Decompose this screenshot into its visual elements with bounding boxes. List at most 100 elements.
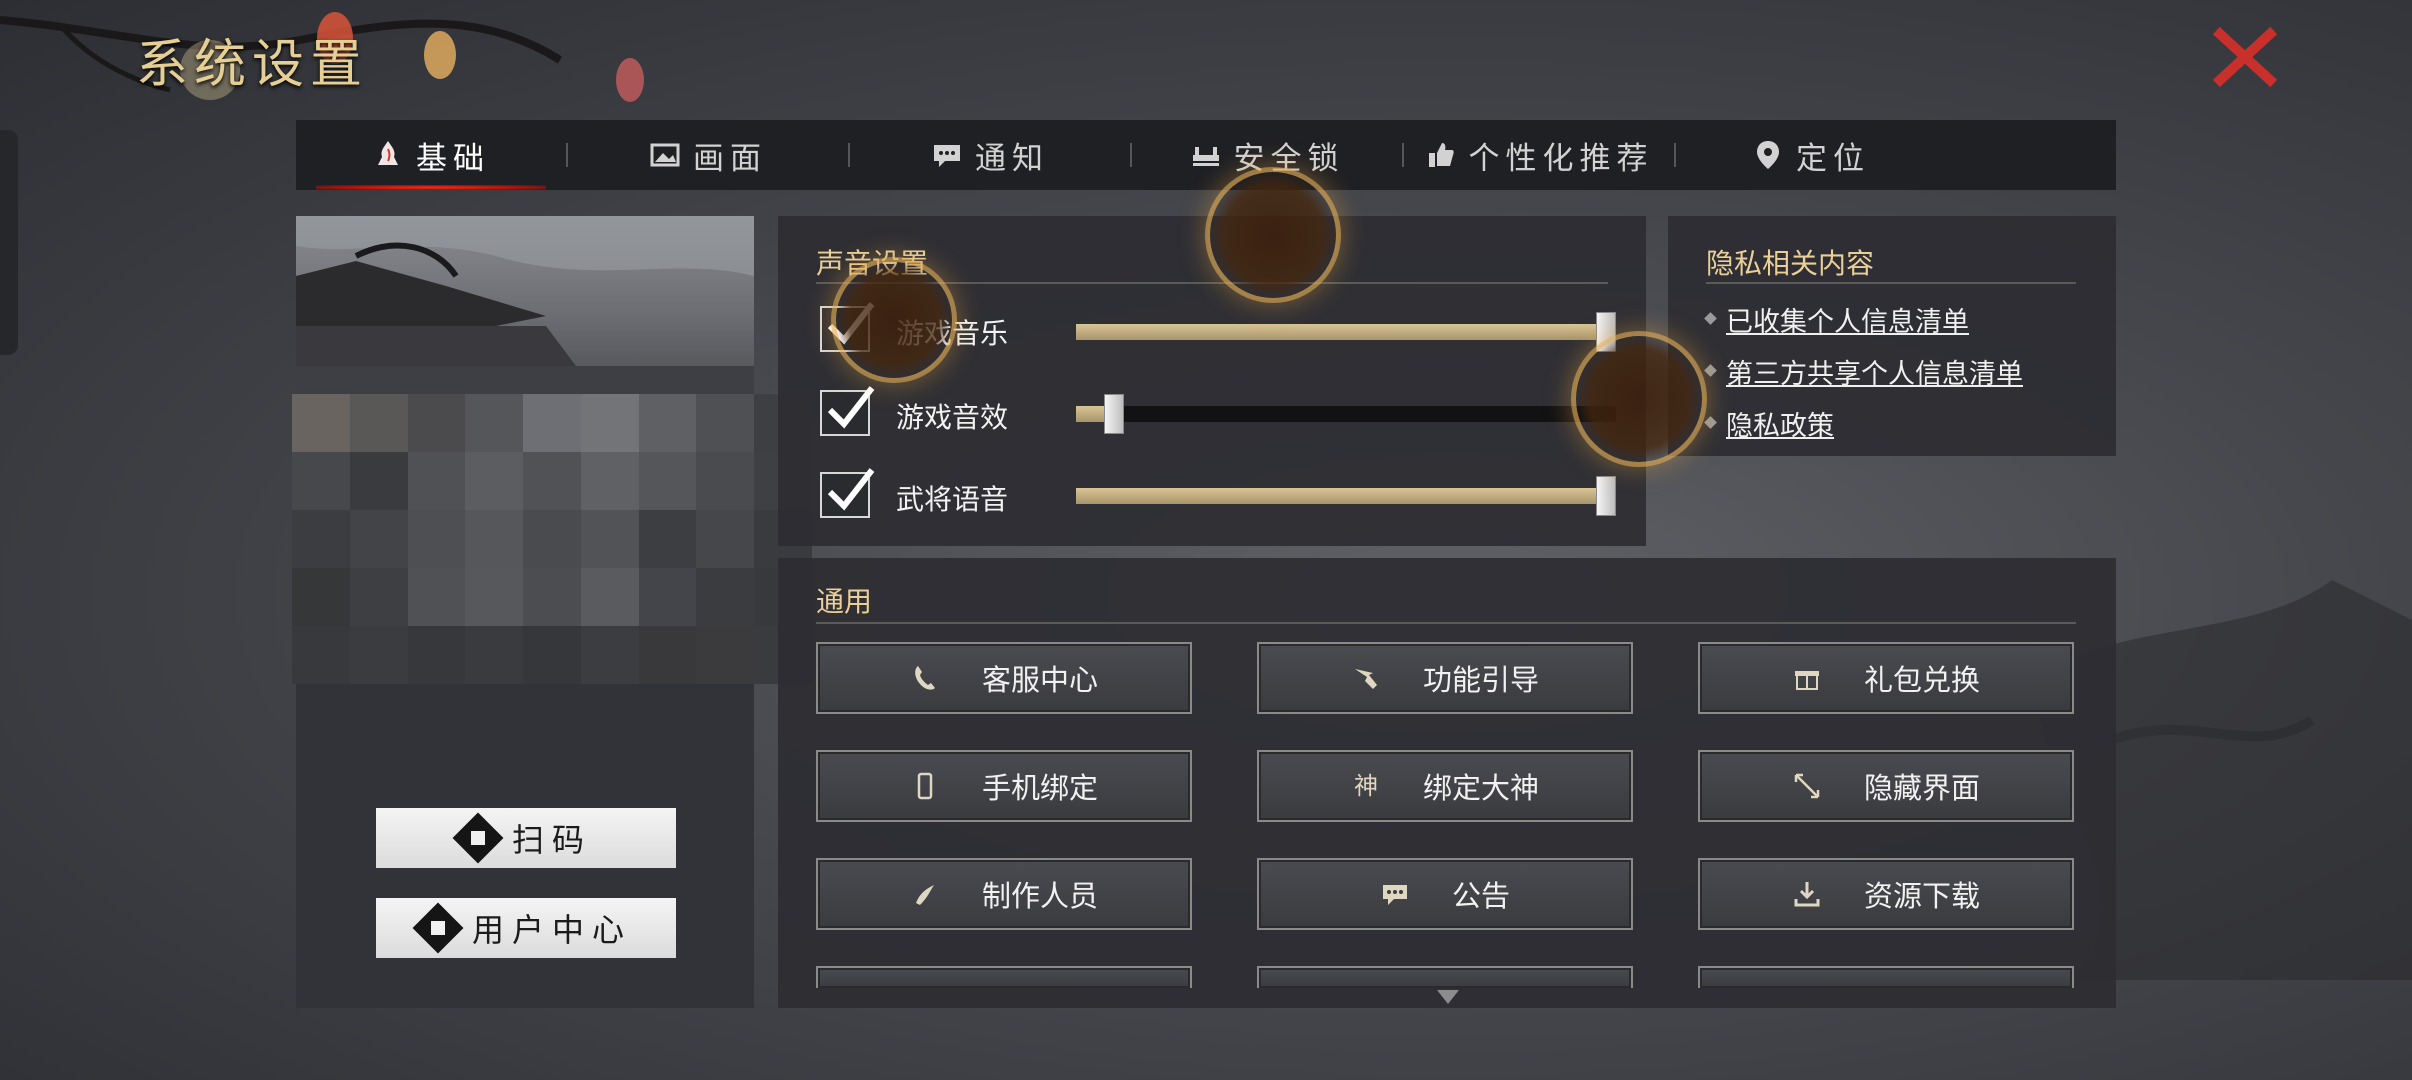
mosaic-tile: [465, 626, 524, 684]
brush-stroke-icon: [915, 885, 934, 905]
palace-roof-illustration: [296, 216, 754, 396]
mosaic-tile: [696, 626, 755, 684]
lock-bench-icon: [1192, 147, 1219, 166]
customer-service-button[interactable]: 客服中心: [816, 642, 1192, 714]
mobile-phone-icon: [917, 772, 933, 800]
user-center-label: 用户中心: [471, 911, 632, 949]
voice-volume-slider[interactable]: [1076, 476, 1616, 516]
mosaic-tile: [638, 394, 697, 452]
tab-label: 画面: [693, 140, 767, 177]
mosaic-tile: [523, 510, 581, 568]
mosaic-tile: [696, 568, 755, 626]
side-handle[interactable]: [0, 130, 18, 355]
mosaic-tile: [407, 394, 466, 452]
music-volume-slider[interactable]: [1076, 312, 1616, 352]
mosaic-tile: [349, 510, 408, 568]
mosaic-tile: [292, 626, 350, 684]
pointing-hand-icon: [1354, 669, 1377, 689]
phone-binding-button[interactable]: 手机绑定: [816, 750, 1192, 822]
checkmark-icon: [827, 386, 875, 429]
resource-download-button[interactable]: 资源下载: [1698, 858, 2074, 930]
voice-checkbox[interactable]: [820, 468, 875, 518]
button-label: 功能引导: [1422, 663, 1539, 697]
feature-guide-button[interactable]: 功能引导: [1257, 642, 1633, 714]
announcement-button[interactable]: 公告: [1257, 858, 1633, 930]
scan-icon: [452, 812, 504, 864]
gift-redeem-button[interactable]: 礼包兑换: [1698, 642, 2074, 714]
button-label: 公告: [1451, 879, 1510, 913]
scroll-down-icon: [1437, 990, 1459, 1004]
mosaic-tile: [465, 510, 524, 568]
tab-basic[interactable]: 基础: [296, 120, 566, 190]
mosaic-tile: [523, 568, 581, 626]
close-icon[interactable]: [2210, 22, 2280, 92]
sound-effect-label: 游戏音效: [896, 401, 1009, 434]
download-icon: [1794, 882, 1820, 907]
mosaic-tile: [292, 510, 350, 568]
picture-icon: [650, 143, 680, 167]
tab-label: 通知: [975, 140, 1049, 177]
bind-dashen-button[interactable]: 神 绑定大神: [1257, 750, 1633, 822]
mosaic-tile: [638, 626, 697, 684]
tab-personalized-recommendation[interactable]: 个性化推荐: [1404, 120, 1674, 190]
tab-label: 定位: [1796, 140, 1870, 177]
tab-label: 基础: [416, 140, 490, 177]
general-title: 通用: [816, 585, 873, 618]
partial-button[interactable]: [1257, 966, 1633, 988]
mosaic-tile: [523, 626, 581, 684]
character-preview-panel: 扫码 用户中心: [292, 216, 812, 1008]
mosaic-tile: [696, 394, 755, 452]
mosaic-tile: [638, 452, 697, 510]
page-title: 系统设置: [136, 35, 369, 95]
mosaic-tile: [292, 452, 350, 510]
partial-button[interactable]: [816, 966, 1192, 988]
mosaic-tile: [349, 626, 408, 684]
hide-ui-button[interactable]: 隐藏界面: [1698, 750, 2074, 822]
mosaic-tile: [292, 394, 350, 452]
tab-location[interactable]: 定位: [1676, 120, 1946, 190]
mosaic-tile: [292, 568, 350, 626]
slider-knob[interactable]: [1596, 476, 1616, 516]
tab-display[interactable]: 画面: [568, 120, 848, 190]
flame-hand-icon: [378, 141, 398, 165]
expand-arrows-icon: [1794, 773, 1820, 799]
sound-effect-volume-slider[interactable]: [1076, 394, 1616, 434]
user-center-button[interactable]: 用户中心: [376, 898, 676, 958]
divider: [1706, 282, 2076, 284]
slider-knob[interactable]: [1103, 394, 1124, 434]
mosaic-tile: [580, 568, 639, 626]
mosaic-tile: [638, 568, 697, 626]
mosaic-censored-area: [292, 394, 812, 684]
mosaic-tile: [349, 394, 408, 452]
partial-button[interactable]: [1698, 966, 2074, 988]
user-icon: [412, 902, 464, 954]
collected-info-list-link[interactable]: 已收集个人信息清单: [1726, 300, 1969, 339]
shen-character-icon: 神: [1353, 772, 1378, 800]
preview-image: [296, 216, 754, 396]
mosaic-tile: [580, 452, 639, 510]
mosaic-tile: [580, 394, 639, 452]
mosaic-tile: [696, 510, 755, 568]
mosaic-tile: [349, 568, 408, 626]
mosaic-tile: [523, 394, 581, 452]
glow-effect: [836, 262, 952, 378]
mosaic-tile: [407, 626, 466, 684]
tab-notification[interactable]: 通知: [850, 120, 1130, 190]
voice-label: 武将语音: [896, 483, 1009, 516]
credits-button[interactable]: 制作人员: [816, 858, 1192, 930]
button-label: 资源下载: [1863, 879, 1980, 913]
sound-effect-checkbox[interactable]: [820, 386, 875, 436]
privacy-title: 隐私相关内容: [1706, 247, 1875, 280]
button-label: 绑定大神: [1422, 771, 1539, 805]
tab-label: 安全锁: [1233, 140, 1345, 177]
privacy-policy-link[interactable]: 隐私政策: [1726, 404, 1834, 443]
mosaic-tile: [580, 626, 639, 684]
third-party-sharing-list-link[interactable]: 第三方共享个人信息清单: [1726, 352, 2023, 391]
chat-bubble-icon: [934, 145, 960, 167]
scan-button[interactable]: 扫码: [376, 808, 676, 868]
divider: [816, 622, 2076, 624]
checkmark-icon: [827, 468, 875, 511]
gift-icon: [1794, 671, 1819, 690]
phone-icon: [915, 666, 935, 690]
tab-label: 个性化推荐: [1468, 140, 1654, 177]
